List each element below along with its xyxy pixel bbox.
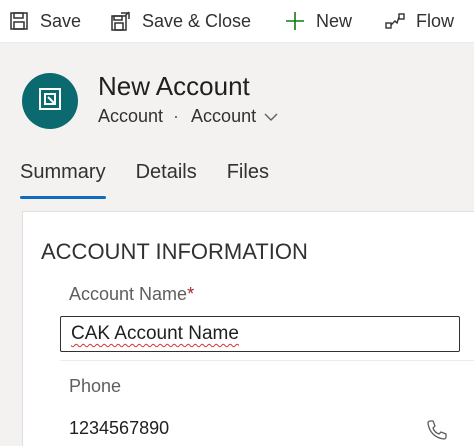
save-close-icon bbox=[110, 10, 132, 32]
account-name-label-text: Account Name bbox=[69, 284, 188, 304]
flow-icon bbox=[384, 10, 406, 32]
phone-input[interactable]: 1234567890 bbox=[69, 418, 169, 439]
tab-details[interactable]: Details bbox=[136, 161, 197, 201]
entity-name: Account bbox=[98, 106, 164, 126]
account-information-section: ACCOUNT INFORMATION Account Name* CAK Ac… bbox=[22, 211, 474, 446]
section-title: ACCOUNT INFORMATION bbox=[41, 239, 308, 264]
account-name-label: Account Name* bbox=[69, 284, 194, 305]
form-selector-label: Account bbox=[191, 106, 257, 126]
tab-files[interactable]: Files bbox=[227, 161, 269, 201]
save-and-close-label: Save & Close bbox=[142, 10, 252, 31]
command-bar: Save Save & Close New Flow bbox=[0, 0, 474, 43]
save-button[interactable]: Save bbox=[8, 0, 81, 42]
plus-icon bbox=[284, 10, 306, 32]
record-title: New Account bbox=[98, 71, 250, 101]
chevron-down-icon bbox=[264, 113, 278, 121]
flow-button[interactable]: Flow bbox=[384, 0, 454, 42]
subtitle-separator: · bbox=[173, 106, 180, 126]
required-marker: * bbox=[187, 284, 195, 304]
account-entity-icon bbox=[37, 86, 63, 117]
save-and-close-button[interactable]: Save & Close bbox=[110, 0, 251, 42]
phone-label: Phone bbox=[69, 376, 122, 396]
account-name-input[interactable]: CAK Account Name bbox=[60, 316, 460, 352]
record-subtitle: Account · Account bbox=[98, 106, 278, 127]
new-label: New bbox=[316, 10, 353, 31]
account-name-value: CAK Account Name bbox=[71, 323, 239, 344]
new-button[interactable]: New bbox=[284, 0, 352, 42]
tab-summary[interactable]: Summary bbox=[20, 161, 106, 201]
record-avatar bbox=[22, 73, 78, 129]
save-label: Save bbox=[40, 10, 82, 31]
field-divider bbox=[60, 360, 474, 361]
flow-label: Flow bbox=[416, 10, 455, 31]
form-selector[interactable]: Account bbox=[191, 106, 278, 127]
phone-icon[interactable] bbox=[425, 418, 447, 440]
record-header: New Account Account · Account Summary De… bbox=[0, 43, 474, 199]
save-icon bbox=[8, 10, 30, 32]
form-tabs: Summary Details Files bbox=[20, 161, 299, 201]
